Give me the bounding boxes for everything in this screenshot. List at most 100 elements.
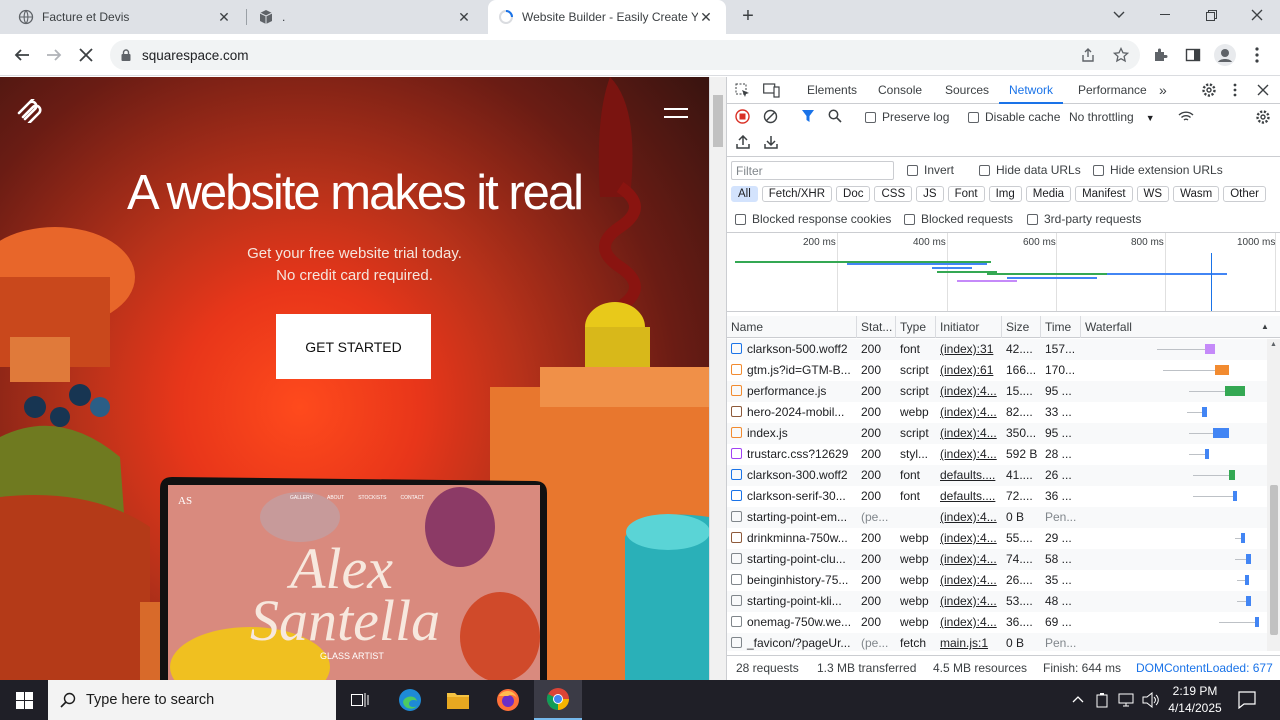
new-tab-button[interactable]: +: [738, 6, 758, 26]
table-row[interactable]: drinkminna-750w... 200 webp (index):4... 55.…: [727, 528, 1267, 549]
filter-doc[interactable]: Doc: [836, 186, 871, 202]
tab-elements[interactable]: Elements: [807, 77, 857, 104]
column-time[interactable]: Time: [1041, 316, 1081, 338]
tab-search-button[interactable]: [1096, 0, 1142, 30]
table-row[interactable]: clarkson-500.woff2 200 font (index):31 42...…: [727, 339, 1267, 360]
network-settings-gear-icon[interactable]: [1255, 109, 1271, 125]
bookmark-star-icon[interactable]: [1113, 47, 1129, 63]
column-initiator[interactable]: Initiator: [936, 316, 1002, 338]
cell-initiator[interactable]: (index):31: [936, 339, 1002, 360]
tab-console[interactable]: Console: [878, 77, 922, 104]
minimize-button[interactable]: [1142, 0, 1188, 30]
tab-sources[interactable]: Sources: [945, 77, 989, 104]
table-row[interactable]: gtm.js?id=GTM-B... 200 script (index):61 166…: [727, 360, 1267, 381]
inspect-element-icon[interactable]: [735, 83, 750, 98]
table-row[interactable]: beinginhistory-75... 200 webp (index):4... 2…: [727, 570, 1267, 591]
network-overview-timeline[interactable]: 200 ms 400 ms 600 ms 800 ms 1000 ms: [727, 232, 1280, 312]
volume-icon[interactable]: [1142, 692, 1160, 708]
table-row[interactable]: starting-point-kli... 200 webp (index):4...…: [727, 591, 1267, 612]
stop-button[interactable]: [73, 42, 99, 68]
back-button[interactable]: [9, 42, 35, 68]
cell-initiator[interactable]: (index):4...: [936, 528, 1002, 549]
column-size[interactable]: Size: [1002, 316, 1041, 338]
checkbox[interactable]: [904, 214, 915, 226]
address-bar[interactable]: squarespace.com: [110, 40, 1140, 70]
menu-button[interactable]: [1244, 42, 1270, 68]
cell-initiator[interactable]: (index):4...: [936, 381, 1002, 402]
close-icon[interactable]: ✕: [456, 9, 472, 25]
start-button[interactable]: [0, 680, 48, 720]
clear-icon[interactable]: [763, 109, 778, 124]
filter-manifest[interactable]: Manifest: [1075, 186, 1133, 202]
scrollbar-thumb[interactable]: [713, 95, 723, 147]
tab-performance[interactable]: Performance: [1078, 77, 1147, 104]
close-window-button[interactable]: [1234, 0, 1280, 30]
filter-css[interactable]: CSS: [874, 186, 913, 202]
filter-js[interactable]: JS: [916, 186, 944, 202]
cell-initiator[interactable]: (index):4...: [936, 549, 1002, 570]
edge-app[interactable]: [386, 680, 434, 720]
scrollbar-thumb[interactable]: [1270, 485, 1278, 635]
cell-initiator[interactable]: defaults....: [936, 486, 1002, 507]
filter-fetch-xhr[interactable]: Fetch/XHR: [761, 186, 833, 202]
checkbox[interactable]: [1027, 214, 1038, 226]
table-row[interactable]: clarkson-300.woff2 200 font defaults.... 41.…: [727, 465, 1267, 486]
side-panel-button[interactable]: [1180, 42, 1206, 68]
scroll-up-icon[interactable]: ▲: [1270, 341, 1277, 348]
table-row[interactable]: trustarc.css?12629 200 styl... (index):4...…: [727, 444, 1267, 465]
preserve-log-toggle[interactable]: Preserve log: [865, 110, 949, 124]
extensions-button[interactable]: [1148, 42, 1174, 68]
notifications-icon[interactable]: [1238, 691, 1256, 709]
table-row[interactable]: hero-2024-mobil... 200 webp (index):4... 82.…: [727, 402, 1267, 423]
checkbox[interactable]: [968, 112, 979, 124]
checkbox[interactable]: [1093, 165, 1104, 177]
checkbox[interactable]: [865, 112, 876, 124]
settings-gear-icon[interactable]: [1201, 82, 1217, 98]
cell-initiator[interactable]: (index):4...: [936, 612, 1002, 633]
table-row[interactable]: index.js 200 script (index):4... 350... 95 ..…: [727, 423, 1267, 444]
battery-icon[interactable]: [1096, 692, 1110, 708]
share-icon[interactable]: [1080, 47, 1096, 63]
blocked-requests-toggle[interactable]: Blocked requests: [904, 212, 1013, 226]
network-icon[interactable]: [1118, 692, 1134, 708]
close-devtools-icon[interactable]: [1257, 84, 1269, 96]
hide-data-urls-toggle[interactable]: Hide data URLs: [979, 163, 1081, 177]
tab-facture[interactable]: Facture et Devis ✕: [8, 0, 244, 34]
tab-network[interactable]: Network: [999, 77, 1064, 104]
filter-input[interactable]: Filter: [731, 161, 894, 180]
cell-initiator[interactable]: (index):4...: [936, 423, 1002, 444]
table-row[interactable]: performance.js 200 script (index):4... 15...…: [727, 381, 1267, 402]
task-view-button[interactable]: [336, 680, 384, 720]
table-row[interactable]: clarkson-serif-30... 200 font defaults.... 7…: [727, 486, 1267, 507]
table-scrollbar[interactable]: ▲: [1267, 339, 1280, 651]
cell-initiator[interactable]: (index):4...: [936, 507, 1002, 528]
import-har-icon[interactable]: [736, 135, 750, 149]
search-icon[interactable]: [828, 109, 842, 123]
close-icon[interactable]: ✕: [216, 9, 232, 25]
table-row[interactable]: _favicon/?pageUr... (pe... fetch main.js:1 0…: [727, 633, 1267, 651]
filter-funnel-icon[interactable]: [801, 109, 815, 123]
cell-initiator[interactable]: (index):4...: [936, 570, 1002, 591]
tab-website-builder[interactable]: Website Builder - Easily Create Y ✕: [488, 0, 726, 34]
filter-all[interactable]: All: [731, 186, 758, 202]
cell-initiator[interactable]: main.js:1: [936, 633, 1002, 651]
column-type[interactable]: Type: [896, 316, 936, 338]
table-row[interactable]: onemag-750w.we... 200 webp (index):4... 36..…: [727, 612, 1267, 633]
checkbox[interactable]: [907, 165, 918, 177]
filter-img[interactable]: Img: [988, 186, 1022, 202]
cell-initiator[interactable]: (index):4...: [936, 402, 1002, 423]
column-status[interactable]: Stat...: [857, 316, 896, 338]
url-text[interactable]: squarespace.com: [142, 48, 249, 63]
tab-dot[interactable]: . ✕: [248, 0, 484, 34]
checkbox[interactable]: [735, 214, 746, 226]
cell-initiator[interactable]: (index):4...: [936, 591, 1002, 612]
blocked-response-cookies-toggle[interactable]: Blocked response cookies: [735, 212, 891, 226]
record-stop-icon[interactable]: [735, 109, 750, 124]
cell-initiator[interactable]: defaults....: [936, 465, 1002, 486]
forward-button[interactable]: [41, 42, 67, 68]
get-started-button[interactable]: GET STARTED: [276, 314, 431, 379]
more-tabs-chevron-icon[interactable]: »: [1159, 77, 1167, 104]
disable-cache-toggle[interactable]: Disable cache: [968, 110, 1060, 124]
close-icon[interactable]: ✕: [698, 9, 714, 25]
third-party-requests-toggle[interactable]: 3rd-party requests: [1027, 212, 1141, 226]
